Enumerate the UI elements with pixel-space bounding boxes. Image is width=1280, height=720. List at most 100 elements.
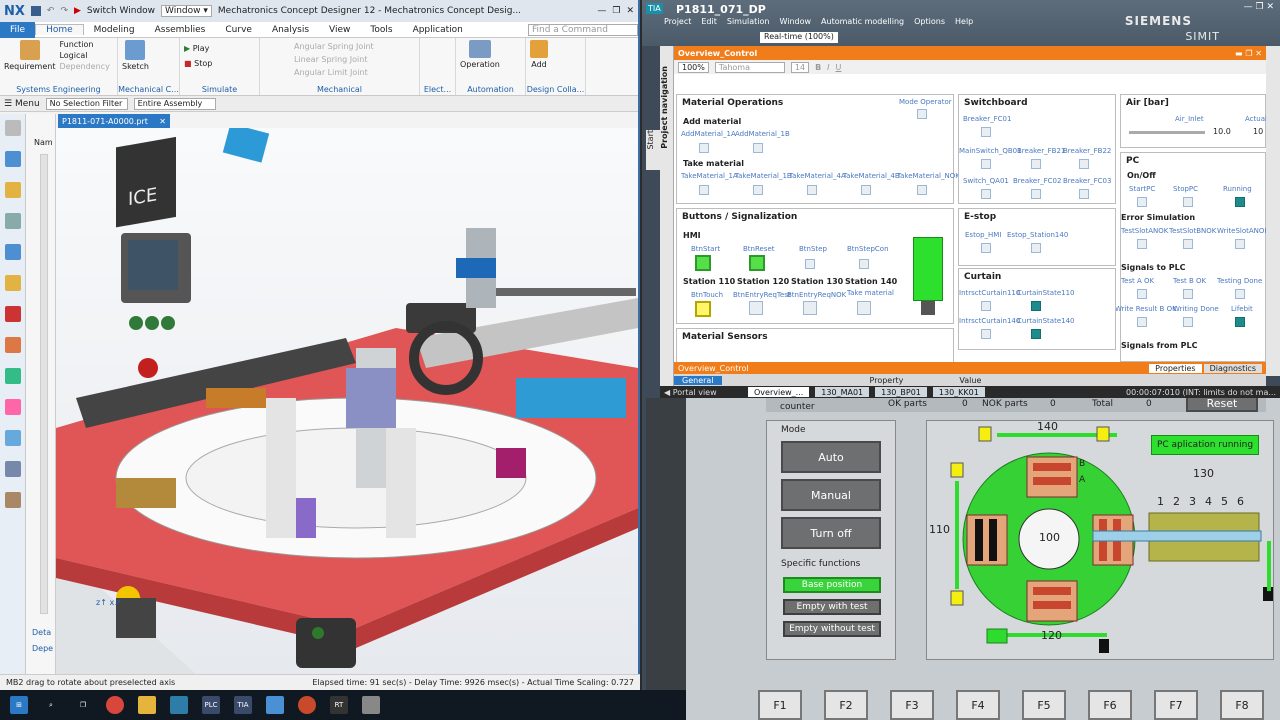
- base-position-button[interactable]: Base position: [783, 577, 881, 593]
- underline-icon[interactable]: U: [836, 63, 842, 72]
- btn-entry-req-nok-checkbox[interactable]: [803, 301, 817, 315]
- properties-tab[interactable]: Properties: [1149, 363, 1202, 373]
- take-material-4a-checkbox[interactable]: [807, 185, 817, 195]
- app-window-icon[interactable]: [362, 696, 380, 714]
- f1-key[interactable]: F1: [758, 690, 802, 720]
- main-switch-qb01-checkbox[interactable]: [981, 159, 991, 169]
- window-menu[interactable]: Window ▾: [161, 5, 212, 17]
- switch-qa01-checkbox[interactable]: [981, 189, 991, 199]
- palette-icon[interactable]: [5, 399, 21, 415]
- general-tab[interactable]: General: [674, 375, 722, 385]
- wincc-rt-icon[interactable]: RT: [330, 696, 348, 714]
- btn-start-indicator[interactable]: [695, 255, 711, 271]
- stop-button[interactable]: ■ Stop: [184, 59, 212, 68]
- turn-off-button[interactable]: Turn off: [781, 517, 881, 549]
- navigator-scrollbar[interactable]: [40, 154, 48, 614]
- take-material-1a-checkbox[interactable]: [699, 185, 709, 195]
- portal-tab-overview[interactable]: Overview_...: [748, 387, 810, 397]
- portal-tab-130-kk01[interactable]: 130_KK01: [932, 387, 985, 397]
- font-size-select[interactable]: 14: [790, 61, 810, 73]
- minimize-icon[interactable]: —: [597, 6, 606, 16]
- breaker-fb21-checkbox[interactable]: [1031, 159, 1041, 169]
- start-pc-checkbox[interactable]: [1137, 197, 1147, 207]
- portal-tab-130-ma01[interactable]: 130_MA01: [815, 387, 870, 397]
- f6-key[interactable]: F6: [1088, 690, 1132, 720]
- menu-modeling[interactable]: Modeling: [84, 25, 145, 35]
- menu-automatic-modelling[interactable]: Automatic modelling: [821, 17, 904, 26]
- reset-button[interactable]: Reset: [1186, 398, 1258, 412]
- assembly-scope-select[interactable]: Entire Assembly: [133, 97, 216, 110]
- navigator-details[interactable]: Deta: [32, 628, 51, 637]
- breaker-fc02-checkbox[interactable]: [1031, 189, 1041, 199]
- stop-pc-checkbox[interactable]: [1183, 197, 1193, 207]
- window-buttons-icon[interactable]: ▬ ❐ ✕: [1235, 49, 1262, 58]
- air-inlet-slider[interactable]: [1129, 131, 1205, 134]
- chart-icon[interactable]: [5, 368, 21, 384]
- redo-icon[interactable]: ↷: [60, 6, 68, 16]
- switch-window-button[interactable]: Switch Window: [87, 6, 155, 16]
- restore-icon[interactable]: ❐: [612, 6, 620, 16]
- navigator-dependencies[interactable]: Depe: [32, 644, 53, 653]
- play-quick-icon[interactable]: ▶: [74, 6, 81, 16]
- add-material-1b-checkbox[interactable]: [753, 143, 763, 153]
- empty-without-test-button[interactable]: Empty without test: [783, 621, 881, 637]
- chrome-icon[interactable]: [106, 696, 124, 714]
- start-sidebar[interactable]: Start: [646, 130, 660, 170]
- auto-button[interactable]: Auto: [781, 441, 881, 473]
- menu-home[interactable]: Home: [35, 24, 84, 35]
- take-material-140-checkbox[interactable]: [857, 301, 871, 315]
- font-select[interactable]: Tahoma: [714, 61, 785, 73]
- window-controls[interactable]: — ❐ ✕: [1244, 2, 1274, 12]
- portal-tab-130-bp01[interactable]: 130_BP01: [875, 387, 927, 397]
- explorer-icon[interactable]: [138, 696, 156, 714]
- mode-operator-checkbox[interactable]: [917, 109, 927, 119]
- manual-button[interactable]: Manual: [781, 479, 881, 511]
- plcsim-icon[interactable]: PLC: [202, 696, 220, 714]
- menu-file[interactable]: File: [0, 21, 36, 38]
- constraint-icon[interactable]: [5, 182, 21, 198]
- save-icon[interactable]: [30, 6, 41, 16]
- search-icon[interactable]: ⌕: [42, 696, 60, 714]
- angular-spring-button[interactable]: Angular Spring Joint: [294, 42, 374, 51]
- empty-with-test-button[interactable]: Empty with test: [783, 599, 881, 615]
- clock-icon[interactable]: [5, 461, 21, 477]
- f2-key[interactable]: F2: [824, 690, 868, 720]
- bold-icon[interactable]: B: [815, 63, 821, 72]
- take-material-1b-checkbox[interactable]: [753, 185, 763, 195]
- menu-edit[interactable]: Edit: [701, 17, 717, 26]
- btn-step-checkbox[interactable]: [805, 259, 815, 269]
- tia-portal-icon[interactable]: TIA: [234, 696, 252, 714]
- f7-key[interactable]: F7: [1154, 690, 1198, 720]
- menu-window[interactable]: Window: [780, 17, 812, 26]
- f5-key[interactable]: F5: [1022, 690, 1066, 720]
- gear-icon[interactable]: [5, 120, 21, 136]
- part-file-tab[interactable]: P1811-071-A0000.prt ✕: [58, 114, 170, 128]
- diagnostics-tab[interactable]: Diagnostics: [1203, 363, 1262, 373]
- nx-taskbar-icon[interactable]: [266, 696, 284, 714]
- selection-filter-select[interactable]: No Selection Filter: [45, 97, 128, 110]
- angular-limit-button[interactable]: Angular Limit Joint: [294, 68, 374, 77]
- estop-station140-checkbox[interactable]: [1031, 243, 1041, 253]
- take-material-nok-checkbox[interactable]: [917, 185, 927, 195]
- realtime-select[interactable]: Real-time (100%): [760, 32, 838, 43]
- physics-navigator-icon[interactable]: [5, 275, 21, 291]
- menu-help[interactable]: Help: [955, 17, 973, 26]
- italic-icon[interactable]: I: [827, 63, 829, 72]
- breaker-fb22-checkbox[interactable]: [1079, 159, 1089, 169]
- simit-icon[interactable]: [170, 696, 188, 714]
- menu-options[interactable]: Options: [914, 17, 945, 26]
- menu-view[interactable]: View: [319, 25, 360, 35]
- tools-icon[interactable]: [5, 492, 21, 508]
- powerpoint-icon[interactable]: [298, 696, 316, 714]
- intrsct-curtain140-checkbox[interactable]: [981, 329, 991, 339]
- menu-assemblies[interactable]: Assemblies: [145, 25, 216, 35]
- 3d-viewport[interactable]: ICE z↑ x↗: [56, 128, 638, 674]
- btn-entry-req-test-checkbox[interactable]: [749, 301, 763, 315]
- windows-start-icon[interactable]: ⊞: [10, 696, 28, 714]
- menu-project[interactable]: Project: [664, 17, 691, 26]
- breaker-fc01-checkbox[interactable]: [981, 127, 991, 137]
- menu-application[interactable]: Application: [403, 25, 473, 35]
- test-slot-b-nok-checkbox[interactable]: [1183, 239, 1193, 249]
- runtime-inspector-icon[interactable]: [5, 306, 21, 322]
- f8-key[interactable]: F8: [1220, 690, 1264, 720]
